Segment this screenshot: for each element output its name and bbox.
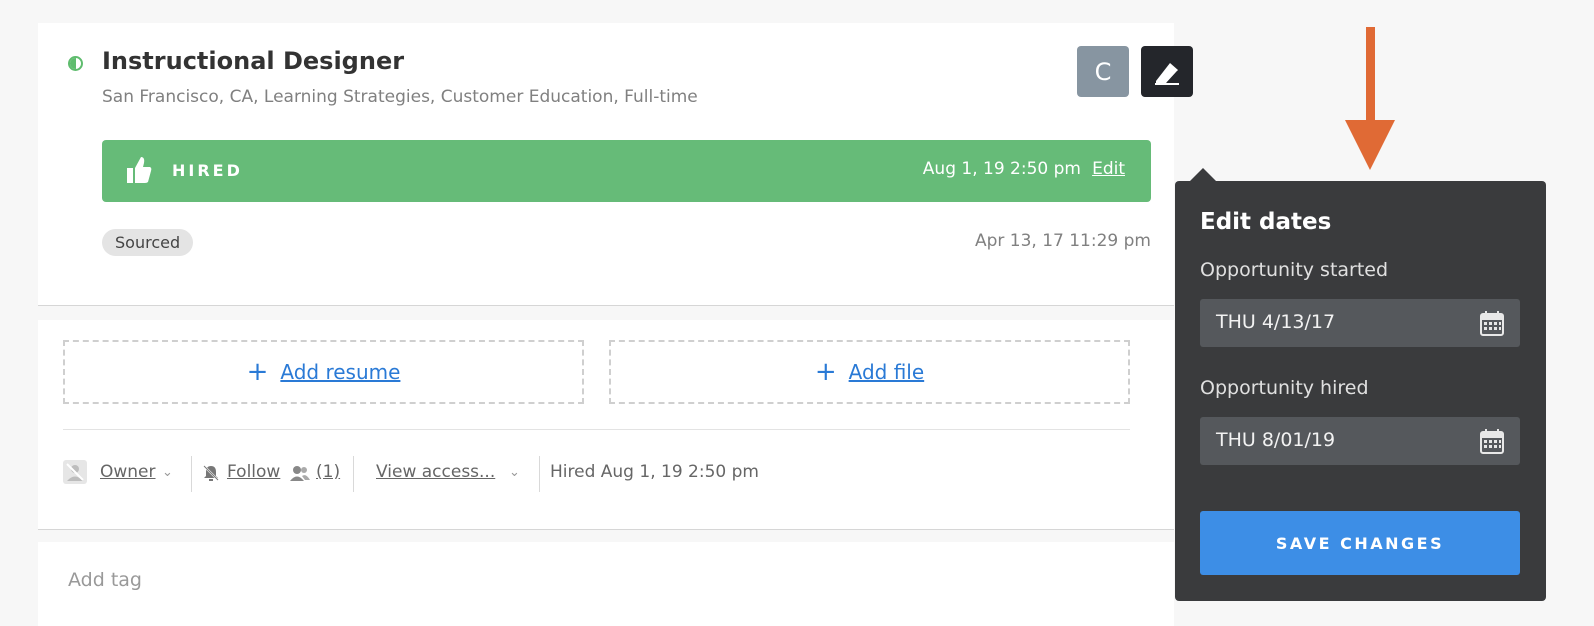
hired-label: HIRED bbox=[172, 161, 243, 180]
opportunity-header-card: Instructional Designer San Francisco, CA… bbox=[38, 23, 1193, 306]
chevron-down-icon[interactable]: ⌄ bbox=[509, 465, 520, 480]
hired-stage-bar: HIRED Aug 1, 19 2:50 pm Edit bbox=[102, 140, 1151, 202]
thumbs-up-icon bbox=[127, 157, 152, 183]
hired-status-text: Hired Aug 1, 19 2:50 pm bbox=[550, 462, 759, 482]
edit-pencil-button[interactable] bbox=[1141, 46, 1193, 97]
add-file-dropzone[interactable]: + Add file bbox=[609, 340, 1130, 404]
divider bbox=[63, 429, 1130, 430]
sourced-badge: Sourced bbox=[102, 229, 194, 256]
edit-dates-popover: Edit dates Opportunity started THU 4/13/… bbox=[1175, 181, 1546, 601]
divider bbox=[539, 456, 540, 492]
opportunity-started-label: Opportunity started bbox=[1200, 259, 1389, 281]
chevron-down-icon[interactable]: ⌄ bbox=[162, 465, 173, 480]
opportunity-started-value: THU 4/13/17 bbox=[1216, 311, 1336, 333]
status-indicator-icon bbox=[68, 56, 83, 71]
sourced-date: Apr 13, 17 11:29 pm bbox=[974, 231, 1151, 251]
add-tag-input[interactable]: Add tag bbox=[68, 569, 142, 591]
follow-link[interactable]: Follow bbox=[227, 462, 280, 482]
divider bbox=[191, 456, 192, 492]
calendar-icon[interactable] bbox=[1480, 428, 1504, 454]
add-resume-dropzone[interactable]: + Add resume bbox=[63, 340, 584, 404]
popover-title: Edit dates bbox=[1200, 209, 1332, 235]
pencil-icon bbox=[1155, 62, 1179, 85]
plus-icon: + bbox=[814, 357, 837, 387]
opportunity-toolbar: Owner ⌄ Follow (1) View access... ⌄ Hire… bbox=[38, 454, 1174, 494]
opportunity-actions-card: + Add resume + Add file Owner ⌄ Follow (… bbox=[38, 320, 1174, 530]
owner-dropdown[interactable]: Owner bbox=[100, 462, 156, 482]
save-changes-button[interactable]: SAVE CHANGES bbox=[1200, 511, 1520, 575]
divider bbox=[353, 456, 354, 492]
followers-count-link[interactable]: (1) bbox=[316, 462, 340, 482]
bell-off-icon bbox=[203, 465, 219, 481]
avatar-button[interactable]: C bbox=[1077, 46, 1129, 97]
hired-date: Aug 1, 19 2:50 pm bbox=[922, 159, 1081, 179]
calendar-icon[interactable] bbox=[1480, 310, 1504, 336]
job-subtitle: San Francisco, CA, Learning Strategies, … bbox=[102, 87, 698, 107]
opportunity-hired-label: Opportunity hired bbox=[1200, 377, 1369, 399]
plus-icon: + bbox=[246, 357, 269, 387]
tags-card: Add tag bbox=[38, 542, 1174, 626]
add-resume-link[interactable]: Add resume bbox=[280, 360, 400, 384]
opportunity-started-field[interactable]: THU 4/13/17 bbox=[1200, 299, 1520, 347]
view-access-dropdown[interactable]: View access... bbox=[376, 462, 495, 482]
edit-hired-date-link[interactable]: Edit bbox=[1092, 159, 1125, 179]
followers-icon bbox=[290, 466, 310, 481]
job-title[interactable]: Instructional Designer bbox=[102, 47, 404, 75]
popover-caret bbox=[1190, 168, 1216, 181]
annotation-arrow-icon bbox=[1366, 27, 1375, 122]
opportunity-hired-value: THU 8/01/19 bbox=[1216, 429, 1336, 451]
owner-avatar-icon bbox=[63, 460, 87, 484]
opportunity-hired-field[interactable]: THU 8/01/19 bbox=[1200, 417, 1520, 465]
add-file-link[interactable]: Add file bbox=[849, 360, 925, 384]
annotation-arrow-head-icon bbox=[1345, 120, 1395, 170]
